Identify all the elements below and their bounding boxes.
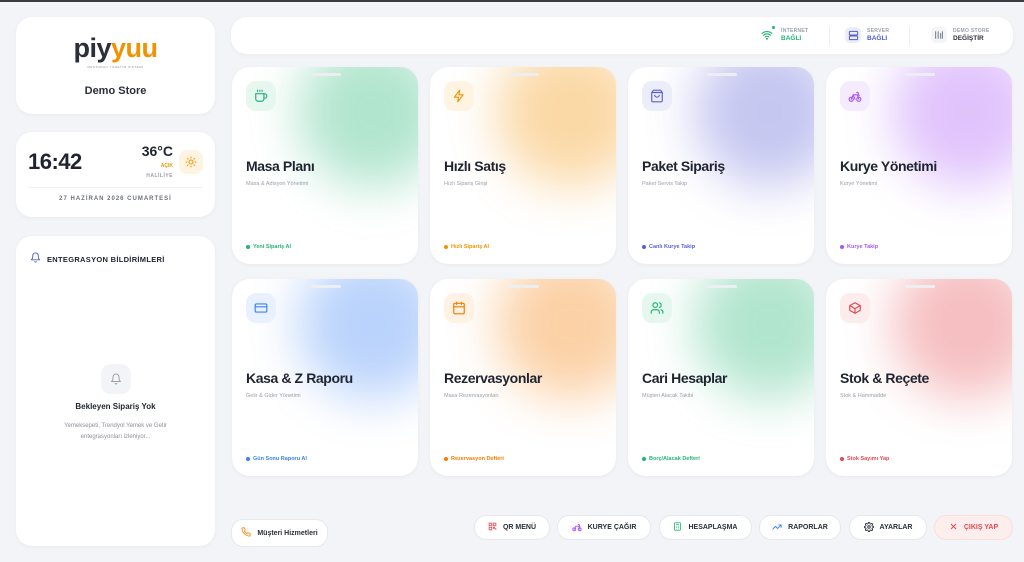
card-title: Cari Hesaplar (642, 370, 728, 386)
calendar-icon (444, 293, 474, 323)
notifications-title: ENTEGRASYON BİLDİRİMLERİ (47, 254, 165, 264)
notifications-header: ENTEGRASYON BİLDİRİMLERİ (30, 250, 165, 268)
card-paket-siparis[interactable]: Paket Sipariş Paket Servis Takip Canlı K… (628, 67, 814, 264)
card-hizli-satis[interactable]: Hızlı Satış Hızlı Sipariş Girişi Hızlı S… (430, 67, 616, 264)
qr-icon (488, 522, 497, 533)
card-subtitle: Masa Rezervasyonları (444, 393, 499, 399)
server-status: SERVER BAĞLI (845, 27, 889, 43)
card-title: Stok & Reçete (840, 370, 929, 386)
card-title: Masa Planı (246, 158, 315, 174)
bell-icon (30, 250, 41, 268)
logout-button[interactable]: ÇIKIŞ YAP (934, 515, 1013, 540)
card-masa-plani[interactable]: Masa Planı Masa & Adisyon Yönetimi Yeni … (232, 67, 418, 264)
card-subtitle: Paket Servis Takip (642, 181, 688, 187)
store-name: Demo Store (84, 85, 147, 97)
bicycle-icon (572, 522, 582, 534)
weather-condition: AÇIK (160, 163, 173, 169)
phone-icon (241, 527, 251, 539)
card-kasa-z-raporu[interactable]: Kasa & Z Raporu Gelir & Gider Yönetimi G… (232, 279, 418, 476)
card-title: Kasa & Z Raporu (246, 370, 353, 386)
integration-notifications-panel: ENTEGRASYON BİLDİRİMLERİ Bekleyen Sipari… (16, 236, 215, 546)
calculator-icon (673, 522, 682, 533)
bag-icon (642, 81, 672, 111)
logo-tagline: RESTORAN YÖNETİM SİSTEMİ (87, 65, 144, 69)
card-footer: Hızlı Sipariş Al (444, 244, 489, 250)
server-icon (845, 27, 861, 43)
change-store-button[interactable]: DEMO STORE DEĞİŞTİR (931, 27, 990, 43)
qr-menu-button[interactable]: QR MENÜ (474, 515, 550, 540)
card-subtitle: Hızlı Sipariş Girişi (444, 181, 488, 187)
card-title: Hızlı Satış (444, 158, 506, 174)
current-time: 16:42 (28, 149, 82, 174)
settlement-button[interactable]: HESAPLAŞMA (659, 515, 752, 540)
card-title: Rezervasyonlar (444, 370, 542, 386)
card-footer: Stok Sayımı Yap (840, 456, 889, 462)
gear-icon (863, 521, 874, 534)
status-divider (909, 27, 910, 45)
top-border (0, 0, 1024, 2)
clock-weather-panel: 16:42 36°C AÇIK HALİLİYE 27 HAZİRAN 2026… (16, 132, 215, 217)
card-kurye-yonetimi[interactable]: Kurye Yönetimi Kurye Yönetimi Kurye Taki… (826, 67, 1012, 264)
settings-button[interactable]: AYARLAR (849, 515, 927, 540)
reports-button[interactable]: RAPORLAR (759, 515, 841, 540)
card-footer: Borç/Alacak Defteri (642, 456, 700, 462)
brand-panel: piyyuu RESTORAN YÖNETİM SİSTEMİ Demo Sto… (16, 17, 215, 114)
status-divider (829, 27, 830, 45)
empty-state-subtitle: Yemeksepeti, Trendyol Yemek ve Getir ent… (64, 423, 167, 440)
online-dot (771, 25, 776, 30)
card-footer: Kurye Takip (840, 244, 878, 250)
bicycle-icon (840, 81, 870, 111)
sun-icon (179, 150, 203, 174)
logo: piyyuu (73, 33, 158, 63)
current-date: 27 HAZİRAN 2026 CUMARTESİ (59, 196, 172, 202)
wifi-icon (759, 25, 776, 43)
empty-state-title: Bekleyen Sipariş Yok (75, 402, 156, 411)
card-rezervasyonlar[interactable]: Rezervasyonlar Masa Rezervasyonları Reze… (430, 279, 616, 476)
card-footer: Rezervasyon Defteri (444, 456, 504, 462)
temperature: 36°C (141, 143, 173, 159)
card-subtitle: Masa & Adisyon Yönetimi (246, 181, 309, 187)
empty-bell-icon (101, 364, 131, 394)
card-subtitle: Kurye Yönetimi (840, 181, 878, 187)
customer-support-button[interactable]: Müşteri Hizmetleri (231, 519, 328, 547)
trend-icon (772, 522, 782, 534)
card-title: Paket Sipariş (642, 158, 725, 174)
coffee-icon (246, 81, 276, 111)
city-name: HALİLİYE (146, 173, 173, 179)
card-subtitle: Müşteri Alacak Takibi (642, 393, 694, 399)
status-bar: İNTERNET BAĞLI SERVER BAĞLI DEMO STORE DEĞİ… (231, 17, 1013, 54)
call-courier-button[interactable]: KURYE ÇAĞIR (557, 515, 651, 540)
users-icon (642, 293, 672, 323)
card-subtitle: Gelir & Gider Yönetimi (246, 393, 301, 399)
clock-divider (28, 187, 203, 188)
card-footer: Canlı Kurye Takip (642, 244, 695, 250)
card-cari-hesaplar[interactable]: Cari Hesaplar Müşteri Alacak Takibi Borç… (628, 279, 814, 476)
card-subtitle: Stok & Hammadde (840, 393, 887, 399)
close-icon (949, 522, 958, 533)
cube-icon (840, 293, 870, 323)
card-footer: Gün Sonu Raporu Al (246, 456, 307, 462)
card-stok-recete[interactable]: Stok & Reçete Stok & Hammadde Stok Sayım… (826, 279, 1012, 476)
card-title: Kurye Yönetimi (840, 158, 937, 174)
internet-status: İNTERNET BAĞLI (759, 25, 808, 43)
bolt-icon (444, 81, 474, 111)
store-icon (931, 27, 947, 43)
card-icon (246, 293, 276, 323)
card-footer: Yeni Sipariş Al (246, 244, 291, 250)
